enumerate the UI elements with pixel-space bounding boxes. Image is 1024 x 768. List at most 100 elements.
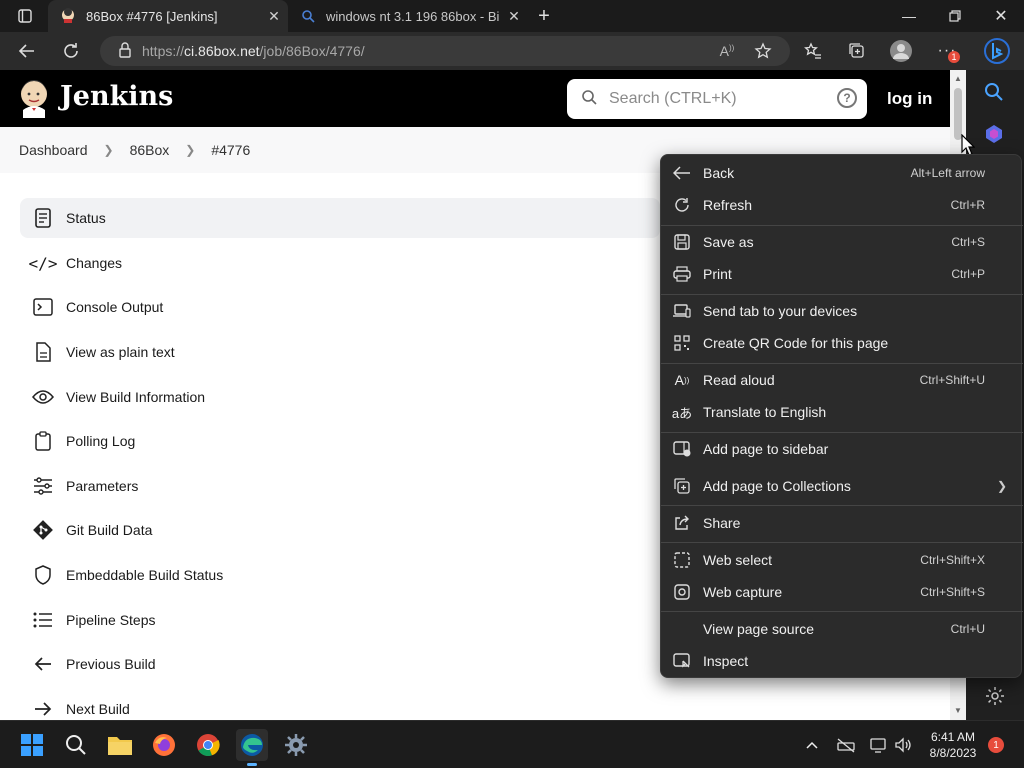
menu-item-inspect[interactable]: Inspect: [661, 645, 1023, 677]
search-box[interactable]: Search (CTRL+K) ?: [567, 79, 867, 119]
favorite-add-button[interactable]: [748, 36, 778, 66]
sidebar-item-git-build-data[interactable]: Git Build Data: [20, 510, 660, 550]
tray-drive-button[interactable]: [832, 729, 860, 761]
sidebar-search-icon[interactable]: [984, 82, 1004, 107]
firefox-button[interactable]: [148, 729, 180, 761]
read-aloud-button[interactable]: A)): [712, 36, 742, 66]
sidebar-item-build-information[interactable]: View Build Information: [20, 377, 660, 417]
list-icon: [20, 612, 66, 628]
tray-network-button[interactable]: [864, 729, 892, 761]
file-explorer-button[interactable]: [104, 729, 136, 761]
volume-icon: [895, 737, 911, 753]
system-clock[interactable]: 6:41 AM 8/8/2023: [920, 729, 986, 761]
document-icon: [20, 208, 66, 228]
sidebar-item-previous-build[interactable]: Previous Build: [20, 644, 660, 684]
menu-item-refresh[interactable]: Refresh Ctrl+R: [661, 189, 1023, 221]
search-favicon-icon: [300, 8, 316, 24]
favorites-button[interactable]: [798, 36, 828, 66]
menu-item-read-aloud[interactable]: A)) Read aloud Ctrl+Shift+U: [661, 364, 1023, 396]
tray-overflow-button[interactable]: [800, 729, 824, 761]
sidebar-item-parameters[interactable]: Parameters: [20, 466, 660, 506]
tab-close-icon[interactable]: ✕: [500, 8, 528, 25]
sidebar-item-plain-text[interactable]: View as plain text: [20, 332, 660, 372]
bing-copilot-button[interactable]: [980, 36, 1014, 66]
breadcrumb-build[interactable]: #4776: [211, 142, 250, 158]
network-icon: [870, 738, 886, 753]
jenkins-brand[interactable]: Jenkins: [60, 81, 173, 112]
settings-app-button[interactable]: [280, 729, 312, 761]
settings-more-button[interactable]: ··· 1: [932, 36, 962, 66]
profile-button[interactable]: [886, 36, 916, 66]
scroll-up-icon[interactable]: ▲: [954, 74, 962, 83]
minimize-button[interactable]: —: [886, 0, 932, 32]
sidebar-item-label: Next Build: [66, 701, 130, 717]
menu-item-print[interactable]: Print Ctrl+P: [661, 258, 1023, 290]
url-host: ci.86box.net: [184, 43, 260, 59]
search-icon: [66, 735, 86, 755]
context-menu: Back Alt+Left arrow Refresh Ctrl+R Save …: [660, 154, 1023, 678]
sidebar-item-pipeline-steps[interactable]: Pipeline Steps: [20, 600, 660, 640]
scroll-down-icon[interactable]: ▼: [954, 706, 962, 715]
bing-logo-icon: [984, 38, 1010, 64]
collections-button[interactable]: [842, 36, 872, 66]
login-link[interactable]: log in: [887, 89, 932, 109]
tab-bing[interactable]: windows nt 3.1 196 86box - Bing ✕: [288, 0, 528, 32]
menu-item-qr-code[interactable]: Create QR Code for this page: [661, 327, 1023, 359]
back-arrow-icon: [661, 166, 703, 180]
tab-jenkins[interactable]: 86Box #4776 [Jenkins] ✕: [48, 0, 288, 32]
file-text-icon: [20, 342, 66, 362]
sidebar-item-polling-log[interactable]: Polling Log: [20, 421, 660, 461]
web-select-icon: [661, 552, 703, 568]
lock-icon[interactable]: [118, 41, 132, 61]
save-icon: [661, 234, 703, 250]
restore-button[interactable]: [932, 0, 978, 32]
settings-gear-icon: [285, 734, 307, 756]
breadcrumb-dashboard[interactable]: Dashboard: [19, 142, 88, 158]
menu-item-add-to-collections[interactable]: Add page to Collections ❯: [661, 470, 1023, 502]
collections-icon: [849, 43, 864, 58]
back-button[interactable]: [12, 36, 42, 66]
jenkins-logo-icon[interactable]: [18, 78, 50, 118]
taskbar-search-button[interactable]: [60, 729, 92, 761]
menu-shortcut: Ctrl+R: [950, 198, 985, 212]
menu-shortcut: Ctrl+S: [951, 235, 985, 249]
menu-item-save-as[interactable]: Save as Ctrl+S: [661, 226, 1023, 258]
web-capture-icon: [661, 584, 703, 600]
menu-item-add-to-sidebar[interactable]: Add page to sidebar: [661, 433, 1023, 465]
menu-item-send-tab[interactable]: Send tab to your devices: [661, 295, 1023, 327]
menu-item-label: Web capture: [703, 584, 783, 600]
menu-item-web-capture[interactable]: Web capture Ctrl+Shift+S: [661, 576, 1023, 608]
menu-divider: [661, 542, 1023, 543]
sidebar-item-label: View as plain text: [66, 344, 175, 360]
sidebar-item-label: Status: [66, 210, 106, 226]
new-tab-button[interactable]: +: [530, 0, 558, 32]
menu-item-label: Send tab to your devices: [703, 303, 858, 319]
scrollbar-thumb[interactable]: [954, 88, 962, 140]
tab-actions-button[interactable]: [2, 0, 48, 32]
sidebar-item-changes[interactable]: </> Changes: [20, 243, 660, 283]
sidebar-app-icon[interactable]: [984, 124, 1004, 149]
notification-badge: 1: [948, 51, 960, 63]
menu-shortcut: Ctrl+Shift+S: [920, 585, 985, 599]
menu-item-translate[interactable]: aあ Translate to English: [661, 396, 1023, 428]
close-window-button[interactable]: ✕: [978, 0, 1024, 32]
sidebar-item-status[interactable]: Status: [20, 198, 660, 238]
chrome-button[interactable]: [192, 729, 224, 761]
refresh-button[interactable]: [56, 36, 86, 66]
tray-volume-button[interactable]: [890, 729, 918, 761]
breadcrumb-86box[interactable]: 86Box: [130, 142, 170, 158]
sidebar-item-console-output[interactable]: Console Output: [20, 287, 660, 327]
address-bar[interactable]: https://ci.86box.net/job/86Box/4776/: [100, 36, 790, 66]
notification-center-button[interactable]: 1: [986, 729, 1006, 761]
sidebar-item-next-build[interactable]: Next Build: [20, 689, 660, 720]
menu-item-view-source[interactable]: View page source Ctrl+U: [661, 613, 1023, 645]
sidebar-settings-gear-icon[interactable]: [985, 686, 1005, 711]
menu-item-web-select[interactable]: Web select Ctrl+Shift+X: [661, 544, 1023, 576]
sidebar-item-embeddable-build-status[interactable]: Embeddable Build Status: [20, 555, 660, 595]
edge-button[interactable]: [236, 729, 268, 766]
menu-item-share[interactable]: Share: [661, 507, 1023, 539]
help-icon[interactable]: ?: [837, 88, 857, 108]
menu-item-back[interactable]: Back Alt+Left arrow: [661, 157, 1023, 189]
tab-close-icon[interactable]: ✕: [260, 8, 288, 25]
start-button[interactable]: [16, 729, 48, 761]
